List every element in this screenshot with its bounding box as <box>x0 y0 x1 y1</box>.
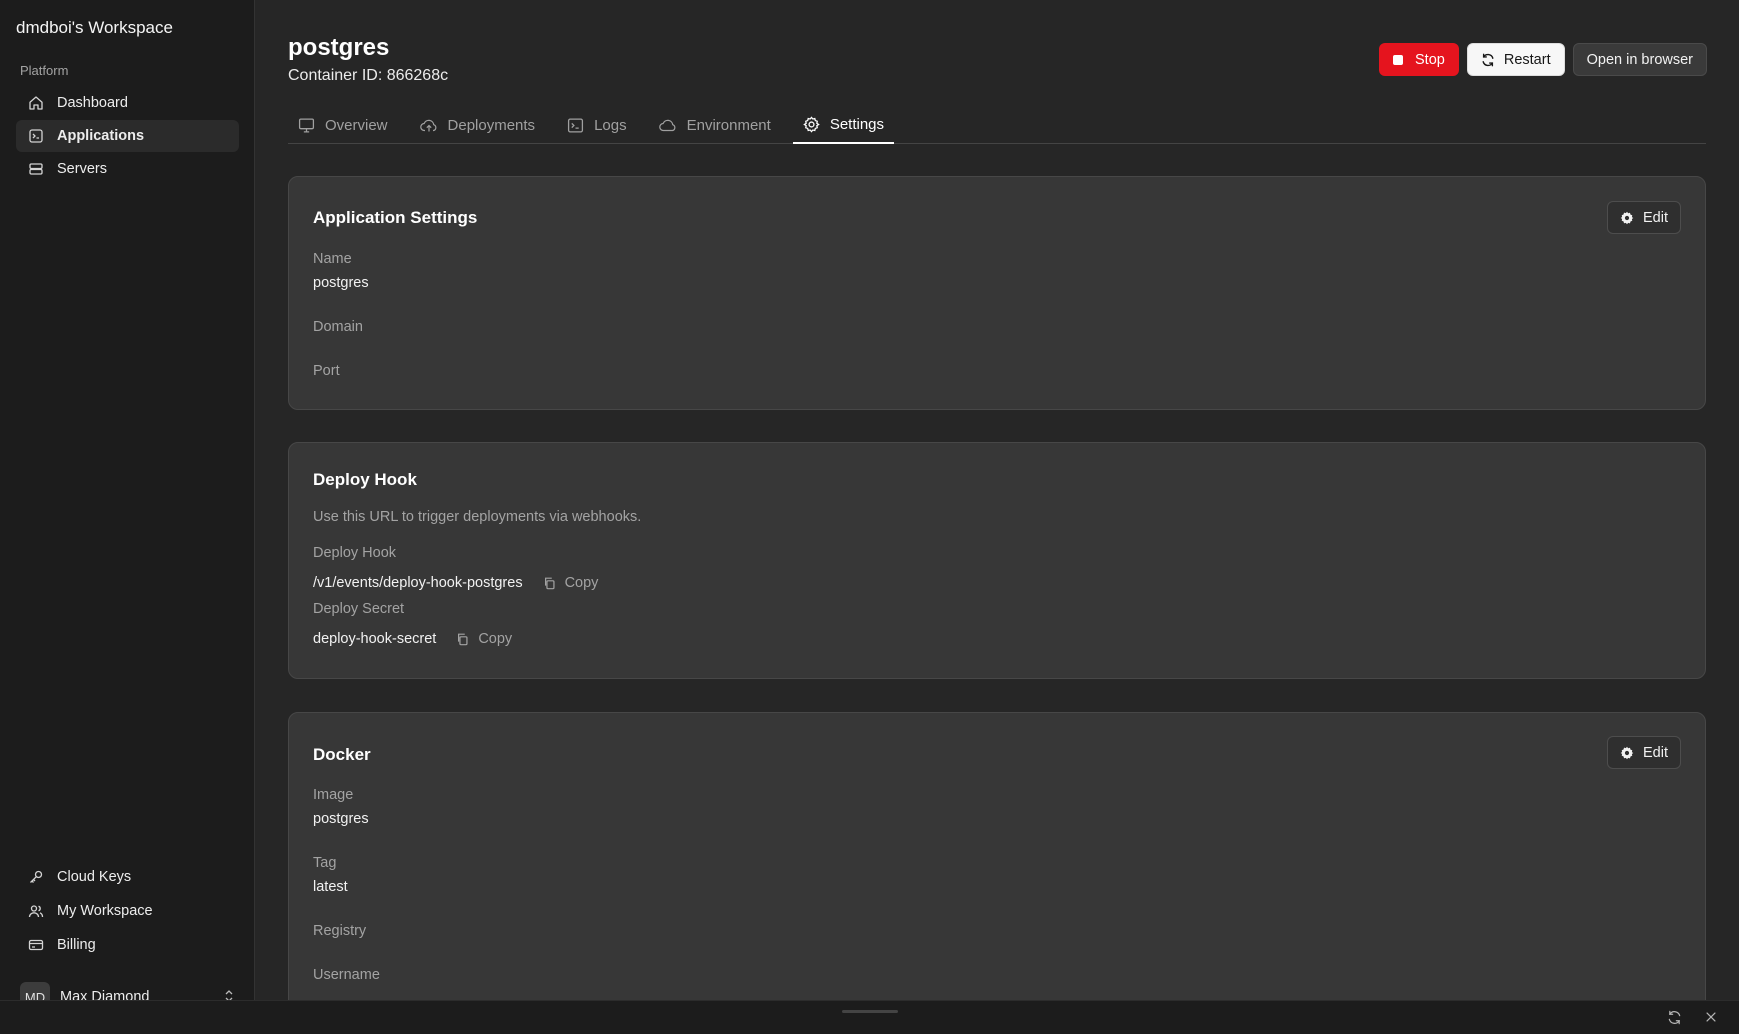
field-label-name: Name <box>313 251 352 267</box>
main-nav: Dashboard Applications Servers <box>16 87 239 186</box>
sidebar-item-applications[interactable]: Applications <box>16 120 239 152</box>
deploy-secret-value: deploy-hook-secret <box>313 631 437 647</box>
close-icon[interactable] <box>1704 1010 1720 1026</box>
sidebar-item-label: Cloud Keys <box>57 868 132 885</box>
copy-label: Copy <box>564 575 599 591</box>
cloud-upload-icon <box>419 117 438 134</box>
copy-label: Copy <box>478 631 513 647</box>
field-value-tag: latest <box>313 879 348 895</box>
deploy-hook-description: Use this URL to trigger deployments via … <box>313 509 642 525</box>
monitor-icon <box>298 117 315 134</box>
sidebar-item-label: Dashboard <box>57 95 128 111</box>
sidebar-item-my-workspace[interactable]: My Workspace <box>16 894 239 927</box>
page-title: postgres <box>288 34 390 61</box>
credit-card-icon <box>28 937 44 953</box>
deploy-hook-card: Deploy Hook Use this URL to trigger depl… <box>288 442 1706 679</box>
bottom-bar <box>0 1000 1739 1034</box>
terminal-icon <box>567 117 584 134</box>
home-icon <box>28 95 44 111</box>
sidebar-item-billing[interactable]: Billing <box>16 928 239 961</box>
tab-settings[interactable]: Settings <box>792 106 895 144</box>
field-value-name: postgres <box>313 275 369 291</box>
sidebar: dmdboi's Workspace Platform Dashboard Ap… <box>0 0 255 1012</box>
field-label-deploy-hook: Deploy Hook <box>313 545 397 561</box>
restart-button-label: Restart <box>1503 51 1551 68</box>
tab-bar: Overview Deployments Logs Environment Se… <box>288 106 1706 144</box>
field-label-username: Username <box>313 967 380 983</box>
workspace-title[interactable]: dmdboi's Workspace <box>16 18 173 38</box>
refresh-icon <box>1481 53 1495 67</box>
tab-overview[interactable]: Overview <box>288 106 398 144</box>
edit-docker-button[interactable]: Edit <box>1607 736 1681 769</box>
container-id: Container ID: 866268c <box>288 67 449 84</box>
tab-environment[interactable]: Environment <box>649 106 781 144</box>
section-label-platform: Platform <box>20 63 69 78</box>
restart-button[interactable]: Restart <box>1466 43 1565 76</box>
cloud-icon <box>658 117 677 134</box>
sidebar-item-cloud-keys[interactable]: Cloud Keys <box>16 860 239 893</box>
gear-icon <box>803 115 820 133</box>
field-label-image: Image <box>313 787 354 803</box>
tab-label: Logs <box>594 116 627 134</box>
refresh-icon[interactable] <box>1667 1010 1683 1026</box>
tab-label: Overview <box>325 116 388 134</box>
deploy-hook-url: /v1/events/deploy-hook-postgres <box>313 575 523 591</box>
card-title: Docker <box>313 745 371 764</box>
header-actions: Stop Restart Open in browser <box>1379 43 1707 76</box>
stop-button[interactable]: Stop <box>1379 43 1459 76</box>
copy-deploy-hook-button[interactable]: Copy <box>543 575 599 591</box>
deploy-secret-row: deploy-hook-secret Copy <box>313 631 512 647</box>
tab-deployments[interactable]: Deployments <box>410 106 546 144</box>
app-root: dmdboi's Workspace Platform Dashboard Ap… <box>0 0 1739 1034</box>
stop-button-label: Stop <box>1415 51 1445 68</box>
key-icon <box>28 869 44 885</box>
docker-card: Docker Edit Image postgres Tag latest Re… <box>288 712 1706 1012</box>
tab-label: Settings <box>829 115 885 133</box>
field-label-tag: Tag <box>313 855 337 871</box>
field-value-image: postgres <box>313 811 369 827</box>
copy-icon <box>543 576 557 590</box>
sidebar-item-label: Billing <box>57 936 96 953</box>
copy-icon <box>456 632 470 646</box>
card-title: Deploy Hook <box>313 470 417 489</box>
open-in-browser-button[interactable]: Open in browser <box>1572 43 1707 76</box>
tab-label: Environment <box>686 116 771 134</box>
sidebar-item-dashboard[interactable]: Dashboard <box>16 87 239 119</box>
field-label-registry: Registry <box>313 923 367 939</box>
users-icon <box>28 903 44 919</box>
card-title: Application Settings <box>313 208 478 227</box>
edit-application-settings-button[interactable]: Edit <box>1607 201 1681 234</box>
server-icon <box>28 161 44 177</box>
field-label-domain: Domain <box>313 319 363 335</box>
copy-deploy-secret-button[interactable]: Copy <box>456 631 512 647</box>
stop-icon <box>1393 54 1404 65</box>
application-settings-card: Application Settings Edit Name postgres … <box>288 176 1706 410</box>
sidebar-item-label: Applications <box>57 128 145 144</box>
secondary-nav: Cloud Keys My Workspace Billing <box>16 860 239 962</box>
edit-button-label: Edit <box>1643 209 1668 226</box>
field-label-deploy-secret: Deploy Secret <box>313 601 405 617</box>
app-window-icon <box>28 128 44 144</box>
resize-handle[interactable] <box>842 1010 898 1013</box>
tab-label: Deployments <box>447 116 536 134</box>
gear-icon <box>1620 211 1634 225</box>
sidebar-item-label: My Workspace <box>57 902 153 919</box>
sidebar-item-servers[interactable]: Servers <box>16 153 239 185</box>
tab-logs[interactable]: Logs <box>557 106 637 144</box>
field-label-port: Port <box>313 363 340 379</box>
gear-icon <box>1620 746 1634 760</box>
sidebar-item-label: Servers <box>57 161 107 177</box>
edit-button-label: Edit <box>1643 744 1668 761</box>
deploy-hook-row: /v1/events/deploy-hook-postgres Copy <box>313 575 598 591</box>
open-in-browser-label: Open in browser <box>1586 51 1693 68</box>
